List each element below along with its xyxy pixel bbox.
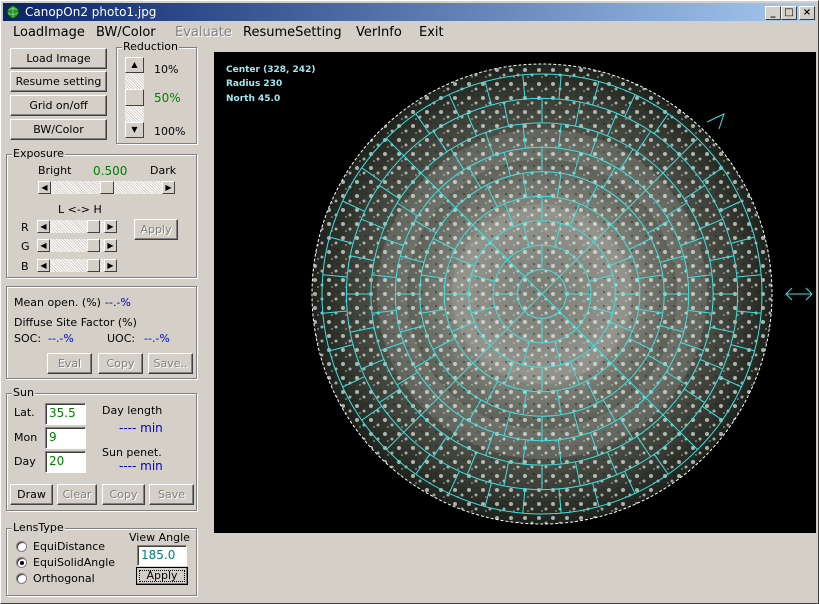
- eval-button[interactable]: Eval: [47, 353, 92, 374]
- equisolidangle-label: EquiSolidAngle: [33, 556, 116, 569]
- north-info: North 45.0: [226, 94, 280, 104]
- reduction-thumb[interactable]: [125, 89, 144, 106]
- reduction-bottom-label: 100%: [154, 125, 186, 138]
- day-label: Day: [14, 455, 36, 468]
- scroll-right-arrow-icon[interactable]: ▶: [162, 181, 175, 194]
- center-info: Center (328, 242): [226, 65, 315, 75]
- east-arrow-icon: [785, 287, 813, 301]
- r-label: R: [21, 221, 29, 234]
- app-globe-icon: [6, 5, 20, 19]
- exposure-apply-button[interactable]: Apply: [134, 219, 178, 240]
- bw-color-button[interactable]: BW/Color: [10, 119, 107, 140]
- maximize-button[interactable]: □: [781, 6, 797, 20]
- orthogonal-label: Orthogonal: [33, 572, 95, 585]
- lh-label: L <-> H: [58, 203, 102, 216]
- exposure-value: 0.500: [93, 164, 128, 178]
- day-length-value: ---- min: [119, 421, 163, 435]
- load-image-button[interactable]: Load Image: [10, 48, 107, 69]
- resume-setting-button[interactable]: Resume setting: [10, 71, 107, 92]
- reduction-scrollbar[interactable]: ▲ ▼: [125, 57, 144, 138]
- scroll-left-arrow-icon[interactable]: ◀: [37, 239, 50, 252]
- view-angle-label: View Angle: [129, 531, 190, 544]
- view-angle-input[interactable]: 185.0: [137, 545, 187, 566]
- soc-value: --.-%: [48, 332, 74, 345]
- eval-copy-button[interactable]: Copy: [98, 353, 143, 374]
- close-button[interactable]: ×: [799, 6, 815, 20]
- exposure-thumb[interactable]: [100, 181, 114, 194]
- menu-loadimage[interactable]: LoadImage: [13, 25, 85, 40]
- scroll-down-arrow-icon[interactable]: ▼: [125, 122, 144, 138]
- diffuse-site-factor-label: Diffuse Site Factor (%): [14, 316, 137, 329]
- b-thumb[interactable]: [87, 259, 100, 272]
- scroll-up-arrow-icon[interactable]: ▲: [125, 57, 144, 73]
- menu-resumesetting[interactable]: ResumeSetting: [243, 25, 342, 40]
- reduction-current-value: 50%: [154, 91, 181, 105]
- scroll-left-arrow-icon[interactable]: ◀: [37, 259, 50, 272]
- day-length-label: Day length: [102, 404, 163, 417]
- menu-bwcolor[interactable]: BW/Color: [96, 25, 156, 40]
- sun-penetration-label: Sun penet.: [102, 446, 162, 459]
- lens-apply-button[interactable]: Apply: [136, 567, 188, 585]
- scroll-right-arrow-icon[interactable]: ▶: [104, 259, 117, 272]
- r-thumb[interactable]: [87, 220, 100, 233]
- main-window: CanopOn2 photo1.jpg _ □ × LoadImage BW/C…: [0, 0, 819, 604]
- radio-orthogonal[interactable]: [16, 573, 27, 584]
- menu-evaluate[interactable]: Evaluate: [175, 25, 232, 40]
- exposure-dark-label: Dark: [150, 164, 177, 177]
- sun-copy-button[interactable]: Copy: [102, 484, 145, 505]
- exposure-bright-label: Bright: [38, 164, 72, 177]
- day-input[interactable]: 20: [45, 451, 86, 473]
- sun-save-button[interactable]: Save: [149, 484, 194, 505]
- exposure-title: Exposure: [12, 147, 65, 160]
- scroll-right-arrow-icon[interactable]: ▶: [104, 239, 117, 252]
- reduction-title: Reduction: [122, 40, 179, 53]
- eval-save-button[interactable]: Save..: [148, 353, 193, 374]
- b-slider[interactable]: ◀ ▶: [37, 259, 117, 272]
- uoc-value: --.-%: [144, 332, 170, 345]
- sun-clear-button[interactable]: Clear: [57, 484, 97, 505]
- g-thumb[interactable]: [87, 239, 100, 252]
- sun-penetration-value: ---- min: [119, 459, 163, 473]
- equidistance-label: EquiDistance: [33, 540, 106, 553]
- fisheye-canopy-view[interactable]: Center (328, 242) Radius 230 North 45.0: [214, 52, 816, 533]
- exposure-slider[interactable]: ◀ ▶: [38, 181, 175, 194]
- uoc-label: UOC:: [107, 332, 136, 345]
- r-slider[interactable]: ◀ ▶: [37, 220, 117, 233]
- mean-openness-value: --.-%: [105, 296, 131, 309]
- grid-toggle-button[interactable]: Grid on/off: [10, 95, 107, 116]
- lat-label: Lat.: [14, 406, 35, 419]
- window-title: CanopOn2 photo1.jpg: [25, 5, 157, 19]
- latitude-input[interactable]: 35.5: [45, 403, 86, 425]
- month-input[interactable]: 9: [45, 427, 86, 449]
- lens-type-title: LensType: [12, 521, 65, 534]
- sun-title: Sun: [12, 386, 35, 399]
- soc-label: SOC:: [14, 332, 42, 345]
- mean-openness-label: Mean open. (%): [14, 296, 101, 309]
- g-label: G: [21, 240, 30, 253]
- radius-info: Radius 230: [226, 79, 282, 89]
- reduction-top-label: 10%: [154, 63, 179, 76]
- fisheye-image-panel[interactable]: Center (328, 242) Radius 230 North 45.0: [214, 52, 816, 533]
- g-slider[interactable]: ◀ ▶: [37, 239, 117, 252]
- b-label: B: [21, 260, 29, 273]
- draw-button[interactable]: Draw: [10, 484, 53, 505]
- title-bar[interactable]: CanopOn2 photo1.jpg _ □ ×: [3, 3, 816, 21]
- scroll-left-arrow-icon[interactable]: ◀: [38, 181, 51, 194]
- scroll-left-arrow-icon[interactable]: ◀: [37, 220, 50, 233]
- menu-exit[interactable]: Exit: [419, 25, 444, 40]
- north-marker-icon: [706, 113, 725, 130]
- menu-verinfo[interactable]: VerInfo: [356, 25, 402, 40]
- scroll-right-arrow-icon[interactable]: ▶: [104, 220, 117, 233]
- radio-equisolidangle[interactable]: [16, 557, 27, 568]
- radio-equidistance[interactable]: [16, 541, 27, 552]
- minimize-button[interactable]: _: [765, 6, 781, 20]
- mon-label: Mon: [14, 431, 38, 444]
